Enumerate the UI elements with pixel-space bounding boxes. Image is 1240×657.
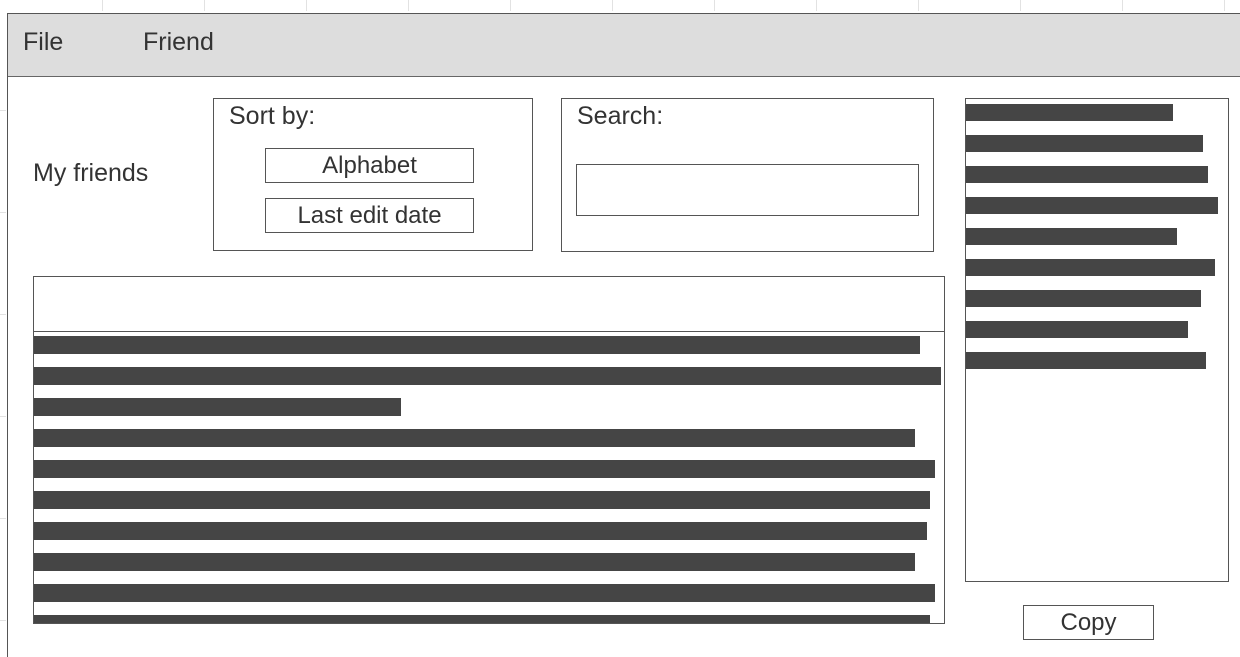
sort-panel: Sort by: Alphabet Last edit date: [213, 98, 533, 251]
page: File Friend My friends Sort by: Alphabet…: [0, 0, 1240, 657]
grid-tick: [0, 620, 6, 621]
detail-item[interactable]: [966, 166, 1208, 183]
detail-item[interactable]: [966, 259, 1215, 276]
sort-label: Sort by:: [229, 102, 316, 130]
friends-list: [33, 276, 945, 624]
page-title: My friends: [33, 159, 149, 187]
grid-tick: [1020, 0, 1021, 11]
menu-friend[interactable]: Friend: [143, 27, 214, 57]
grid-tick: [0, 110, 6, 111]
sort-alphabet-button[interactable]: Alphabet: [265, 148, 474, 183]
list-item[interactable]: [34, 460, 935, 478]
list-item[interactable]: [34, 615, 930, 623]
list-item[interactable]: [34, 429, 915, 447]
grid-tick: [102, 0, 103, 11]
grid-tick: [408, 0, 409, 11]
grid-tick: [0, 212, 6, 213]
search-input[interactable]: [576, 164, 919, 216]
grid-tick: [204, 0, 205, 11]
detail-item[interactable]: [966, 290, 1201, 307]
list-item[interactable]: [34, 584, 935, 602]
list-item[interactable]: [34, 336, 920, 354]
grid-tick: [816, 0, 817, 11]
grid-tick: [0, 518, 6, 519]
copy-button[interactable]: Copy: [1023, 605, 1154, 640]
app-window: File Friend My friends Sort by: Alphabet…: [7, 13, 1240, 657]
menu-file[interactable]: File: [23, 27, 63, 57]
list-item[interactable]: [34, 398, 401, 416]
grid-tick: [714, 0, 715, 11]
grid-tick: [0, 314, 6, 315]
detail-item[interactable]: [966, 228, 1177, 245]
search-label: Search:: [577, 102, 664, 130]
search-panel: Search:: [561, 98, 934, 252]
list-item[interactable]: [34, 367, 941, 385]
detail-item[interactable]: [966, 352, 1206, 369]
friends-list-header: [34, 277, 944, 332]
menu-bar: File Friend: [8, 14, 1240, 77]
detail-item[interactable]: [966, 197, 1218, 214]
list-item[interactable]: [34, 553, 915, 571]
detail-item[interactable]: [966, 321, 1188, 338]
grid-tick: [612, 0, 613, 11]
sort-last-edit-date-button[interactable]: Last edit date: [265, 198, 474, 233]
detail-item[interactable]: [966, 135, 1203, 152]
grid-tick: [1122, 0, 1123, 11]
grid-tick: [306, 0, 307, 11]
list-item[interactable]: [34, 522, 927, 540]
grid-tick: [510, 0, 511, 11]
grid-tick: [1224, 0, 1225, 11]
details-panel: [965, 98, 1229, 582]
detail-item[interactable]: [966, 104, 1173, 121]
list-item[interactable]: [34, 491, 930, 509]
grid-tick: [918, 0, 919, 11]
grid-tick: [0, 416, 6, 417]
